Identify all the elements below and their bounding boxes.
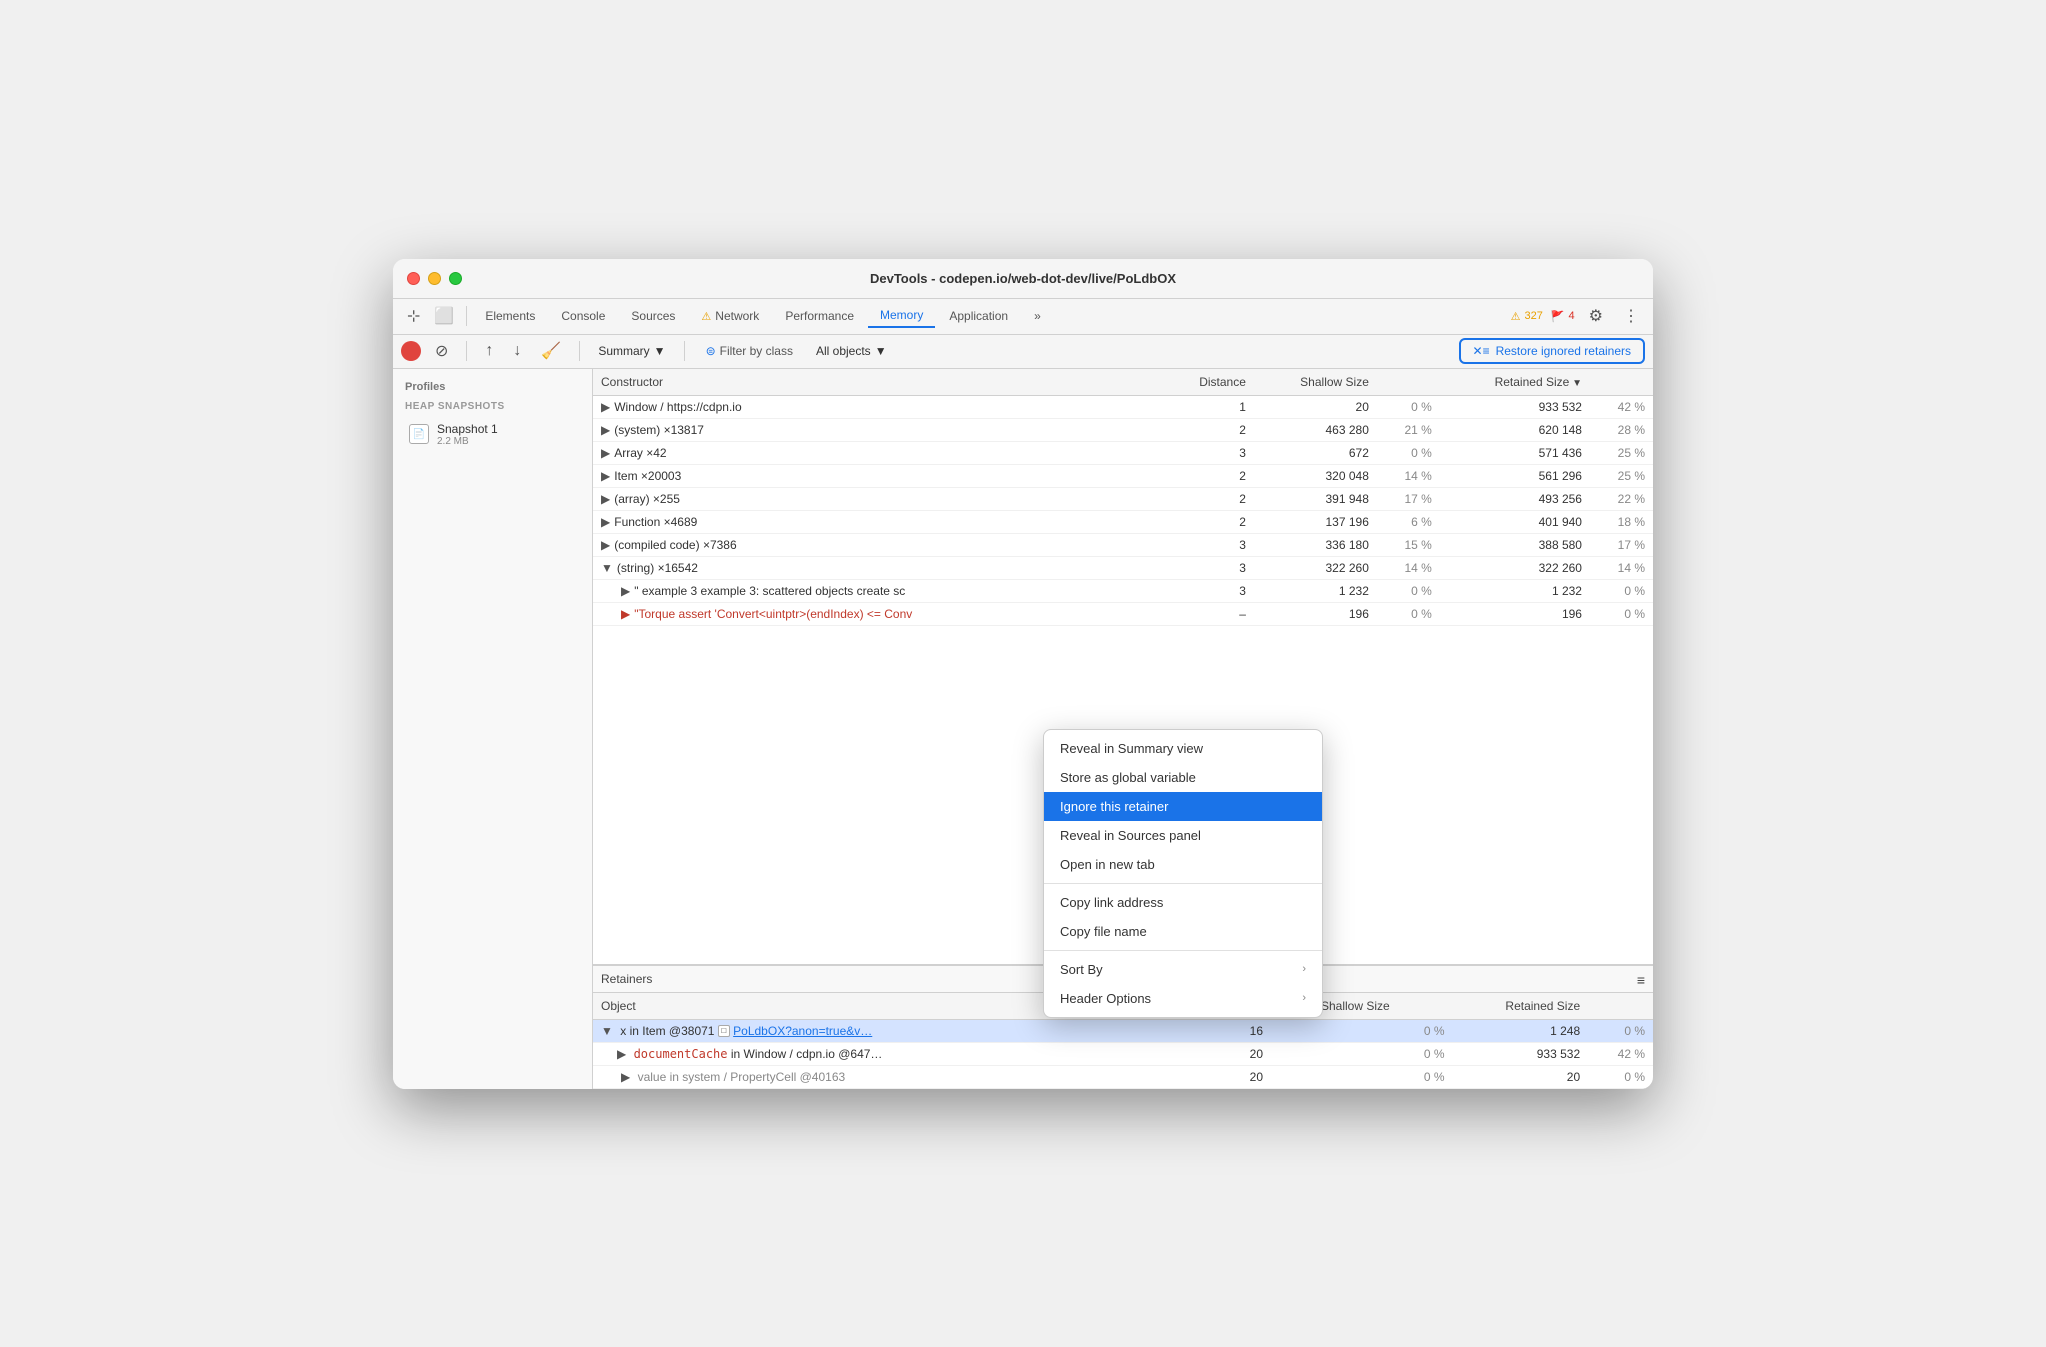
table-row[interactable]: ▶(system) ×13817 2 463 280 21 % 620 148 … — [593, 418, 1653, 441]
tab-sources[interactable]: Sources — [619, 305, 687, 327]
warning-icon-sm: ⚠ — [1511, 310, 1521, 323]
summary-dropdown[interactable]: Summary ▼ — [592, 341, 671, 361]
table-row[interactable]: ▶Function ×4689 2 137 196 6 % 401 940 18… — [593, 510, 1653, 533]
constructor-header: Constructor — [593, 369, 1174, 396]
menu-item-header-options[interactable]: Header Options › — [1044, 984, 1322, 1013]
error-icon: 🚩 — [1551, 310, 1565, 323]
menu-item-reveal-summary[interactable]: Reveal in Summary view — [1044, 734, 1322, 763]
device-toggle-btn[interactable]: ⬜ — [428, 303, 460, 329]
chevron-down-icon: ▼ — [654, 344, 666, 358]
sep3 — [579, 341, 580, 361]
snapshot-size: 2.2 MB — [437, 436, 498, 447]
context-menu: Reveal in Summary view Store as global v… — [1043, 729, 1323, 1018]
distance-header: Distance — [1174, 369, 1254, 396]
retainer-link[interactable]: PoLdbOX?anon=true&v… — [733, 1024, 872, 1038]
table-row[interactable]: ▼(string) ×16542 3 322 260 14 % 322 260 … — [593, 556, 1653, 579]
tab-elements[interactable]: Elements — [473, 305, 547, 327]
data-panel: Constructor Distance Shallow Size Retain… — [593, 369, 1653, 1089]
toolbar-right: ⚠ 327 🚩 4 ⚙ ⋮ — [1511, 304, 1645, 328]
restore-icon: ✕≡ — [1473, 344, 1490, 358]
record-btn[interactable] — [401, 341, 421, 361]
table-row[interactable]: ▶(array) ×255 2 391 948 17 % 493 256 22 … — [593, 487, 1653, 510]
retainer-row[interactable]: ▶ value in system / PropertyCell @40163 … — [593, 1065, 1653, 1088]
title-bar: DevTools - codepen.io/web-dot-dev/live/P… — [393, 259, 1653, 299]
sidebar: Profiles HEAP SNAPSHOTS 📄 Snapshot 1 2.2… — [393, 369, 593, 1089]
retained-pct-header-ret — [1588, 993, 1653, 1020]
chevron-down-icon2: ▼ — [875, 344, 887, 358]
retained-pct-header — [1590, 369, 1653, 396]
more-options-button[interactable]: ⋮ — [1617, 304, 1645, 328]
menu-divider — [1044, 883, 1322, 884]
retainer-row[interactable]: ▼ x in Item @38071 □ PoLdbOX?anon=true&v… — [593, 1019, 1653, 1042]
retainer-row[interactable]: ▶ documentCache in Window / cdpn.io @647… — [593, 1042, 1653, 1065]
maximize-button[interactable] — [449, 272, 462, 285]
snapshot-item[interactable]: 📄 Snapshot 1 2.2 MB — [401, 416, 584, 453]
snapshot-info: Snapshot 1 2.2 MB — [437, 422, 498, 447]
shallow-pct-header-ret — [1398, 993, 1453, 1020]
table-row[interactable]: ▶(compiled code) ×7386 3 336 180 15 % 38… — [593, 533, 1653, 556]
table-row[interactable]: ▶Window / https://cdpn.io 1 20 0 % 933 5… — [593, 395, 1653, 418]
table-row[interactable]: ▶Array ×42 3 672 0 % 571 436 25 % — [593, 441, 1653, 464]
menu-item-copy-filename[interactable]: Copy file name — [1044, 917, 1322, 946]
devtools-window: DevTools - codepen.io/web-dot-dev/live/P… — [393, 259, 1653, 1089]
window-title: DevTools - codepen.io/web-dot-dev/live/P… — [870, 271, 1176, 286]
traffic-lights — [407, 272, 462, 285]
retained-header-ret: Retained Size — [1453, 993, 1589, 1020]
table-row[interactable]: ▶" example 3 example 3: scattered object… — [593, 579, 1653, 602]
shallow-size-header: Shallow Size — [1254, 369, 1377, 396]
tab-memory[interactable]: Memory — [868, 304, 935, 328]
load-btn[interactable]: ↓ — [507, 339, 527, 363]
menu-item-sort-by[interactable]: Sort By › — [1044, 955, 1322, 984]
error-badge: 🚩 4 — [1551, 310, 1575, 323]
menu-item-open-tab[interactable]: Open in new tab — [1044, 850, 1322, 879]
header-options-arrow: › — [1302, 992, 1306, 1004]
minimize-button[interactable] — [428, 272, 441, 285]
table-row[interactable]: ▶Item ×20003 2 320 048 14 % 561 296 25 % — [593, 464, 1653, 487]
separator — [466, 306, 467, 326]
heap-snapshots-title: HEAP SNAPSHOTS — [405, 401, 584, 412]
snapshot-icon: 📄 — [409, 424, 429, 444]
close-button[interactable] — [407, 272, 420, 285]
retainers-tbody: ▼ x in Item @38071 □ PoLdbOX?anon=true&v… — [593, 1019, 1653, 1088]
sort-by-arrow: › — [1302, 963, 1306, 975]
cleanup-btn[interactable]: 🧹 — [535, 338, 567, 364]
filter-icon: ⊜ — [706, 344, 716, 358]
main-content: Profiles HEAP SNAPSHOTS 📄 Snapshot 1 2.2… — [393, 369, 1653, 1089]
warning-icon: ⚠ — [701, 310, 711, 323]
retainers-scroll-icon[interactable]: ≡ — [1637, 972, 1645, 988]
tab-application[interactable]: Application — [937, 305, 1020, 327]
sub-toolbar: ⊘ ↑ ↓ 🧹 Summary ▼ ⊜ Filter by class All … — [393, 335, 1653, 369]
take-snapshot-btn[interactable]: ↑ — [479, 339, 499, 363]
tab-network[interactable]: ⚠ Network — [689, 305, 771, 327]
menu-item-ignore-retainer[interactable]: Ignore this retainer — [1044, 792, 1322, 821]
snapshot-name: Snapshot 1 — [437, 422, 498, 436]
restore-ignored-btn[interactable]: ✕≡ Restore ignored retainers — [1459, 338, 1645, 364]
filter-btn[interactable]: ⊜ Filter by class — [697, 340, 802, 362]
constructor-tbody: ▶Window / https://cdpn.io 1 20 0 % 933 5… — [593, 395, 1653, 625]
tab-console[interactable]: Console — [549, 305, 617, 327]
menu-item-copy-link[interactable]: Copy link address — [1044, 888, 1322, 917]
menu-item-reveal-sources[interactable]: Reveal in Sources panel — [1044, 821, 1322, 850]
shallow-pct-header — [1377, 369, 1440, 396]
sep2 — [466, 341, 467, 361]
stop-btn[interactable]: ⊘ — [429, 338, 454, 364]
menu-divider2 — [1044, 950, 1322, 951]
cursor-icon-btn[interactable]: ⊹ — [401, 303, 426, 329]
file-icon: □ — [718, 1025, 730, 1037]
warning-badge: ⚠ 327 — [1511, 310, 1543, 323]
objects-dropdown[interactable]: All objects ▼ — [810, 341, 893, 361]
retained-size-header: Retained Size — [1440, 369, 1590, 396]
settings-button[interactable]: ⚙ — [1583, 304, 1609, 328]
tab-performance[interactable]: Performance — [773, 305, 866, 327]
sep4 — [684, 341, 685, 361]
profiles-title: Profiles — [401, 381, 584, 393]
tab-bar: ⊹ ⬜ Elements Console Sources ⚠ Network P… — [393, 299, 1653, 335]
table-row[interactable]: ▶"Torque assert 'Convert<uintptr>(endInd… — [593, 602, 1653, 625]
tab-more[interactable]: » — [1022, 305, 1053, 327]
constructor-table: Constructor Distance Shallow Size Retain… — [593, 369, 1653, 626]
menu-item-store-global[interactable]: Store as global variable — [1044, 763, 1322, 792]
